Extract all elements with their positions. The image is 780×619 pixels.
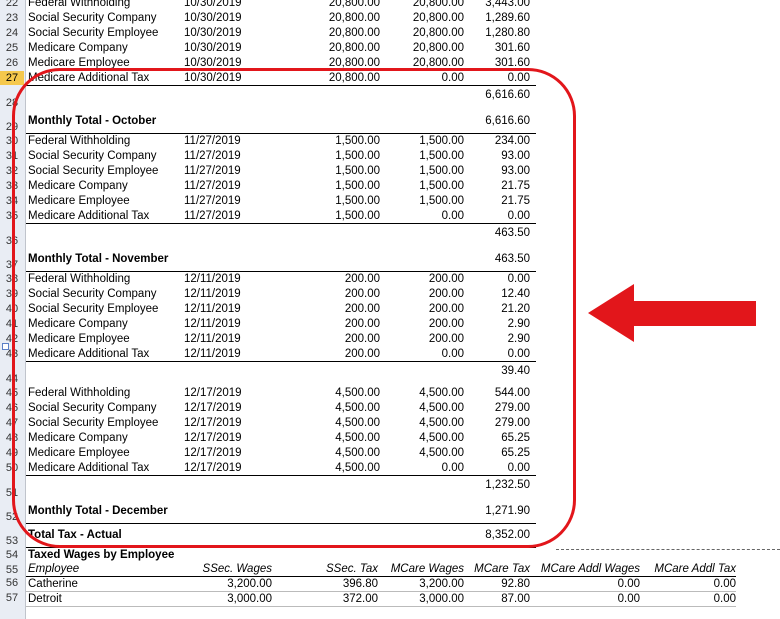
employee-value-cell[interactable]: 396.80 — [282, 577, 378, 591]
date-cell[interactable]: 10/30/2019 — [184, 41, 264, 55]
wages-cell[interactable]: 20,800.00 — [300, 0, 380, 10]
taxable-wages-cell[interactable]: 20,800.00 — [384, 0, 464, 10]
column-header[interactable]: MCare Tax — [468, 563, 530, 576]
taxable-wages-cell[interactable]: 20,800.00 — [384, 26, 464, 40]
red-arrow-icon — [588, 284, 756, 342]
row-number[interactable]: 26 — [0, 56, 24, 70]
employee-value-cell[interactable]: 372.00 — [282, 592, 378, 606]
wages-cell[interactable]: 20,800.00 — [300, 11, 380, 25]
employee-value-cell[interactable]: 92.80 — [468, 577, 530, 591]
date-cell[interactable]: 10/30/2019 — [184, 11, 264, 25]
wages-cell[interactable]: 20,800.00 — [300, 26, 380, 40]
employee-value-cell[interactable]: 0.00 — [534, 592, 640, 606]
row-number[interactable]: 53 — [0, 534, 24, 548]
employee-value-cell[interactable]: 87.00 — [468, 592, 530, 606]
sheet-row-57: 57 Detroit 3,000.00 372.00 3,000.00 87.00 0.00… — [0, 591, 780, 607]
row-number[interactable]: 54 — [0, 548, 24, 562]
row-number[interactable]: 55 — [0, 563, 24, 577]
employee-value-cell[interactable]: 3,200.00 — [184, 577, 272, 591]
employee-value-cell[interactable]: 3,000.00 — [384, 592, 464, 606]
selection-handle[interactable] — [2, 343, 9, 350]
description-cell[interactable]: Medicare Company — [28, 41, 183, 55]
taxable-wages-cell[interactable]: 20,800.00 — [384, 41, 464, 55]
row-number[interactable]: 25 — [0, 41, 24, 55]
tax-amount-cell[interactable]: 1,280.80 — [468, 26, 530, 40]
employee-value-cell[interactable]: 0.00 — [644, 577, 736, 591]
sheet-row-55: 55 Employee SSec. Wages SSec. Tax MCare Wage… — [0, 563, 780, 577]
red-callout-box — [12, 68, 576, 548]
employee-value-cell[interactable]: 0.00 — [644, 592, 736, 606]
row-number[interactable]: 57 — [0, 591, 24, 605]
sheet-row-25: 25 Medicare Company 10/30/2019 20,800.00 20,… — [0, 41, 780, 56]
row-number[interactable]: 22 — [0, 0, 24, 10]
sheet-row-56: 56 Catherine 3,200.00 396.80 3,200.00 92.80 0.… — [0, 576, 780, 592]
column-header[interactable]: Employee — [28, 563, 178, 576]
description-cell[interactable]: Federal Withholding — [28, 0, 183, 10]
column-header[interactable]: SSec. Wages — [184, 563, 272, 576]
employee-value-cell[interactable]: 3,000.00 — [184, 592, 272, 606]
row-number[interactable]: 24 — [0, 26, 24, 40]
row-number[interactable]: 27 — [0, 71, 24, 85]
sheet-row-22: 22 Federal Withholding 10/30/2019 20,800.00… — [0, 0, 780, 11]
sheet-row-54: 54 Taxed Wages by Employee — [0, 548, 780, 563]
description-cell[interactable]: Social Security Employee — [28, 26, 183, 40]
date-cell[interactable]: 10/30/2019 — [184, 26, 264, 40]
employee-value-cell[interactable]: 3,200.00 — [384, 577, 464, 591]
employee-value-cell[interactable]: 0.00 — [534, 577, 640, 591]
wages-cell[interactable]: 20,800.00 — [300, 41, 380, 55]
taxable-wages-cell[interactable]: 20,800.00 — [384, 11, 464, 25]
column-header[interactable]: MCare Addl Tax — [644, 563, 736, 576]
row-number[interactable]: 56 — [0, 576, 24, 590]
column-header[interactable]: MCare Wages — [384, 563, 464, 576]
section-title[interactable]: Taxed Wages by Employee — [28, 548, 328, 562]
spreadsheet-view: 22 Federal Withholding 10/30/2019 20,800.00… — [0, 0, 780, 619]
column-header[interactable]: MCare Addl Wages — [534, 563, 640, 576]
sheet-row-23: 23 Social Security Company 10/30/2019 20,80… — [0, 11, 780, 26]
page-break-line — [556, 549, 780, 550]
column-header[interactable]: SSec. Tax — [282, 563, 378, 576]
tax-amount-cell[interactable]: 3,443.00 — [468, 0, 530, 10]
row-number[interactable]: 23 — [0, 11, 24, 25]
description-cell[interactable]: Social Security Company — [28, 11, 183, 25]
tax-amount-cell[interactable]: 1,289.60 — [468, 11, 530, 25]
tax-amount-cell[interactable]: 301.60 — [468, 41, 530, 55]
date-cell[interactable]: 10/30/2019 — [184, 0, 264, 10]
employee-name-cell[interactable]: Catherine — [28, 577, 178, 591]
row-border-line — [26, 606, 736, 607]
employee-name-cell[interactable]: Detroit — [28, 592, 178, 606]
sheet-row-24: 24 Social Security Employee 10/30/2019 20,8… — [0, 26, 780, 41]
